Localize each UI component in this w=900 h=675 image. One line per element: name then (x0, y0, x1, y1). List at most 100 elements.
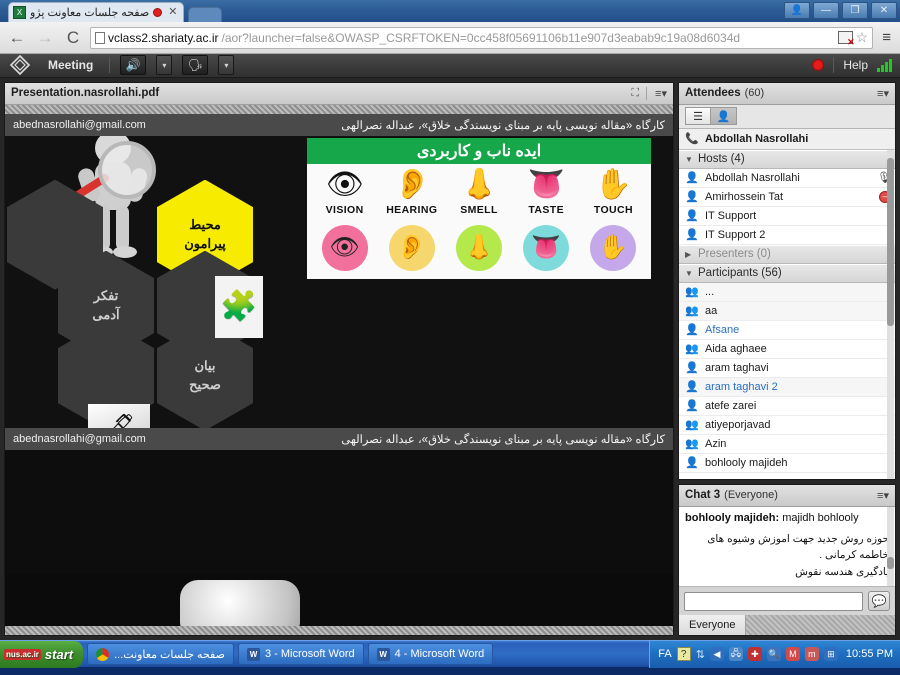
list-view-icon[interactable]: ☰ (685, 107, 711, 125)
restore-button[interactable]: ❐ (842, 2, 868, 19)
speaker-dropdown-icon[interactable]: ▾ (156, 55, 172, 75)
attendee-list[interactable]: ▼ Hosts (4) 👤 Abdollah Nasrollahi 🎙 👤 Am… (679, 150, 895, 479)
menubar-divider (109, 57, 110, 73)
group-header-hosts[interactable]: ▼ Hosts (4) (679, 150, 895, 169)
close-window-button[interactable]: ✕ (871, 2, 897, 19)
language-indicator[interactable]: FA (658, 648, 671, 660)
attendee-name: aa (705, 305, 891, 317)
group-header-presenters[interactable]: ▶ Presenters (0) (679, 245, 895, 264)
slide-title-fa-bottom: کارگاه «مقاله نویسی پایه بر مبنای نویسند… (341, 432, 665, 446)
attendees-pod: Attendees (60) ≡▾ ☰ 👤 📞 Abdollah Nasroll… (678, 82, 896, 480)
self-attendee-row[interactable]: 📞 Abdollah Nasrollahi (679, 129, 895, 150)
meeting-menu[interactable]: Meeting (42, 58, 99, 72)
page-info-icon[interactable] (95, 32, 105, 44)
download-icon[interactable]: M (786, 647, 800, 661)
attendees-menu-icon[interactable]: ≡▾ (877, 87, 889, 100)
puzzle-head-image: 🧩 (215, 276, 263, 338)
url-path: /aor?launcher=false&OWASP_CSRFTOKEN=0cc4… (221, 31, 740, 45)
table-row[interactable]: 👤 bohlooly majideh (679, 454, 895, 473)
participant-screen-icon: 👥 (685, 437, 699, 450)
clock[interactable]: 10:55 PM (846, 648, 893, 660)
new-tab-button[interactable] (188, 7, 222, 22)
table-row[interactable]: 👤 Amirhossein Tat – (679, 188, 895, 207)
taskbar-item-word-3[interactable]: W 3 - Microsoft Word (238, 643, 364, 665)
host-icon: 👤 (685, 209, 699, 222)
chat-title: Chat 3 (685, 489, 720, 501)
raise-hand-icon[interactable]: 🗣 (182, 55, 208, 75)
chat-input[interactable] (684, 592, 863, 611)
header-divider (646, 87, 647, 100)
help-link[interactable]: Help (843, 58, 868, 72)
user-profile-button[interactable]: 👤 (784, 2, 810, 19)
table-row[interactable]: 👥 atiyeporjavad (679, 416, 895, 435)
chevron-right-icon: ▶ (685, 250, 693, 259)
host-screen-icon: 👤 (685, 190, 699, 203)
send-message-icon[interactable]: 💬 (868, 591, 890, 611)
attendees-title: Attendees (685, 87, 741, 99)
connection-bars-icon[interactable] (877, 59, 892, 72)
table-row[interactable]: 👤 IT Support (679, 207, 895, 226)
vision-bubble-icon: 👁 (322, 225, 368, 271)
self-attendee-name: Abdollah Nasrollahi (705, 133, 808, 145)
adobe-connect-logo-icon (8, 54, 32, 76)
chat-tab-everyone[interactable]: Everyone (679, 615, 746, 635)
attendee-name: bohlooly majideh (705, 457, 891, 469)
table-row[interactable]: 👤 aram taghavi 2 (679, 378, 895, 397)
chat-input-row: 💬 (679, 587, 895, 615)
reload-icon[interactable]: C (62, 27, 84, 49)
raise-hand-dropdown-icon[interactable]: ▾ (218, 55, 234, 75)
attendee-name: atiyeporjavad (705, 419, 891, 431)
back-icon[interactable]: ← (6, 27, 28, 49)
table-row[interactable]: 👥 aa (679, 302, 895, 321)
chrome-menu-icon[interactable]: ≡ (879, 29, 894, 46)
attendee-name: aram taghavi 2 (705, 381, 891, 393)
search-icon[interactable]: 🔍 (767, 647, 781, 661)
popup-blocked-icon[interactable] (838, 31, 853, 44)
hexagon-label-0: محیطپیرامون (184, 216, 226, 254)
share-pod-menu-icon[interactable]: ≡▾ (655, 87, 667, 100)
network-icon[interactable]: 🖧 (729, 647, 743, 661)
table-row[interactable]: 👤 IT Support 2 (679, 226, 895, 245)
word-icon: W (377, 648, 390, 661)
taskbar-item-chrome[interactable]: صفحه جلسات معاونت... (87, 643, 234, 665)
start-button[interactable]: nus.ac.ir start (0, 641, 83, 668)
help-icon[interactable]: ? (677, 647, 691, 661)
senses-bubble-row: 👁 👂 👃 👅 ✋ (311, 225, 647, 271)
card-view-icon[interactable]: 👤 (711, 107, 737, 125)
chat-menu-icon[interactable]: ≡▾ (877, 489, 889, 502)
table-row[interactable]: 👥 ... (679, 283, 895, 302)
participant-icon: 👤 (685, 380, 699, 393)
shield-icon[interactable]: ◀ (710, 647, 724, 661)
group-label-hosts: Hosts (4) (698, 153, 745, 165)
media-icon[interactable]: m (805, 647, 819, 661)
table-row[interactable]: 👥 Azin (679, 435, 895, 454)
bookmark-star-icon[interactable]: ☆ (856, 29, 869, 46)
recording-indicator-icon[interactable] (812, 59, 824, 71)
participant-icon: 👤 (685, 456, 699, 469)
forward-icon[interactable]: → (34, 27, 56, 49)
update-icon[interactable]: ⊞ (824, 647, 838, 661)
chat-messages[interactable]: bohlooly majideh: majidh bohlooly حوزه ر… (679, 507, 895, 587)
group-header-participants[interactable]: ▼ Participants (56) (679, 264, 895, 283)
slide-area[interactable]: abednasrollahi@gmail.com کارگاه «مقاله ن… (5, 114, 673, 626)
speaker-icon[interactable]: 🔊 (120, 55, 146, 75)
table-row[interactable]: 👤 Abdollah Nasrollahi 🎙 (679, 169, 895, 188)
tray-expand-icon[interactable]: ⇅ (696, 648, 705, 661)
attendee-scrollbar[interactable] (887, 150, 894, 479)
close-icon[interactable]: ✕ (166, 7, 179, 18)
browser-tab[interactable]: X صفحه جلسات معاونت پژو ✕ (8, 2, 184, 22)
fullscreen-icon[interactable]: ⛶ (631, 87, 638, 100)
table-row[interactable]: 👤 aram taghavi (679, 359, 895, 378)
minimize-button[interactable]: — (813, 2, 839, 19)
table-row[interactable]: 👥 Aida aghaee (679, 340, 895, 359)
antivirus-icon[interactable]: ✚ (748, 647, 762, 661)
participant-icon: 👤 (685, 323, 699, 336)
right-column: Attendees (60) ≡▾ ☰ 👤 📞 Abdollah Nasroll… (678, 82, 896, 636)
chat-scrollbar[interactable] (887, 507, 894, 586)
taskbar-item-word-4[interactable]: W 4 - Microsoft Word (368, 643, 494, 665)
table-row[interactable]: 👤 atefe zarei (679, 397, 895, 416)
address-bar[interactable]: vclass2.shariaty.ac.ir /aor?launcher=fal… (90, 27, 873, 49)
hexagon-label-2: بیانصحیح (189, 357, 221, 395)
participant-icon: 👤 (685, 361, 699, 374)
table-row[interactable]: 👤 Afsane (679, 321, 895, 340)
